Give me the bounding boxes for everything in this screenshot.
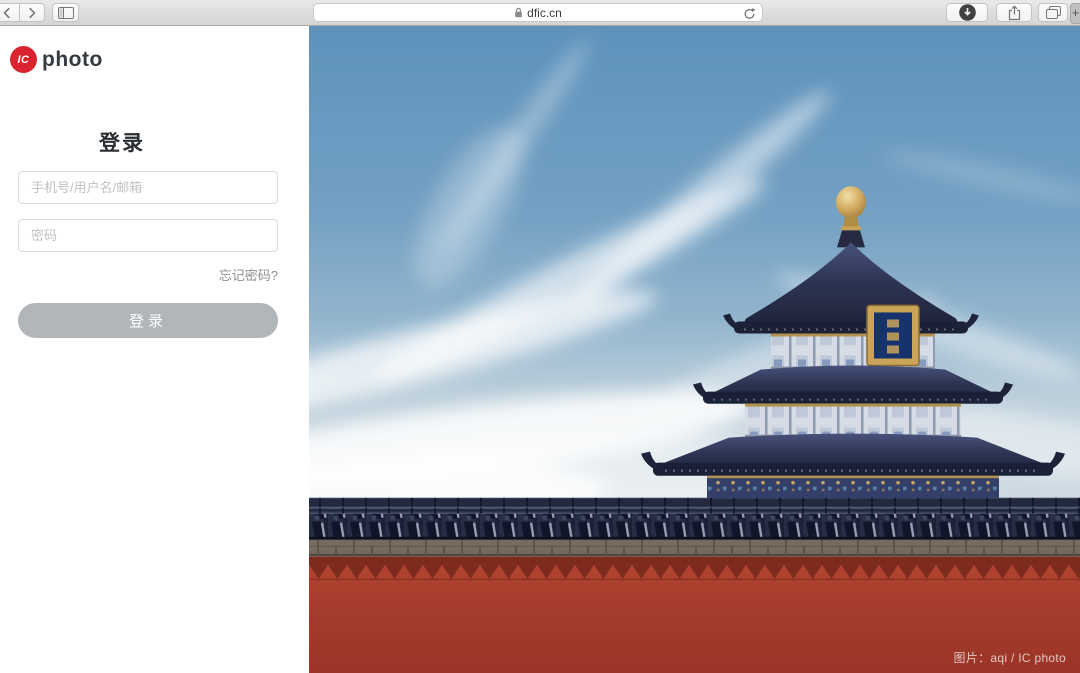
hero-photo: 图片：aqi / IC photo [309, 26, 1080, 673]
sidebar-toggle-button[interactable] [52, 3, 79, 22]
browser-toolbar: dfic.cn + [0, 0, 1080, 26]
logo-wordmark: photo [42, 48, 103, 72]
page-content: IC photo 登录 忘记密码? 登录 [0, 26, 1080, 673]
forward-button[interactable] [19, 3, 45, 22]
sidebar-icon [58, 7, 74, 19]
show-tabs-button[interactable] [1038, 3, 1068, 22]
address-bar[interactable]: dfic.cn [313, 3, 763, 22]
password-input[interactable] [18, 219, 278, 252]
share-icon [1008, 5, 1021, 21]
tabs-icon [1046, 6, 1061, 19]
url-text: dfic.cn [527, 6, 562, 20]
wall [309, 498, 1080, 673]
login-title: 登录 [0, 127, 252, 157]
nav-buttons [0, 3, 45, 22]
safari-window: dfic.cn + [0, 0, 1080, 673]
forgot-password-link[interactable]: 忘记密码? [219, 265, 278, 284]
back-button[interactable] [0, 3, 20, 22]
lock-icon [514, 7, 523, 18]
share-button[interactable] [996, 3, 1032, 22]
reload-icon [743, 7, 756, 20]
new-tab-button-partial[interactable]: + [1070, 3, 1080, 24]
photo-credit: 图片：aqi / IC photo [954, 649, 1066, 666]
icphoto-logo[interactable]: IC photo [10, 46, 103, 73]
logo-badge-icon: IC [10, 46, 37, 73]
hero-photo-illustration [309, 26, 1080, 673]
username-input[interactable] [18, 171, 278, 204]
login-submit-button[interactable]: 登录 [18, 303, 278, 338]
downloads-button[interactable] [946, 3, 988, 22]
reload-button[interactable] [742, 6, 757, 21]
download-icon [958, 3, 977, 22]
login-panel: IC photo 登录 忘记密码? 登录 [0, 26, 309, 673]
chevron-left-icon [3, 7, 11, 19]
chevron-right-icon [28, 7, 36, 19]
